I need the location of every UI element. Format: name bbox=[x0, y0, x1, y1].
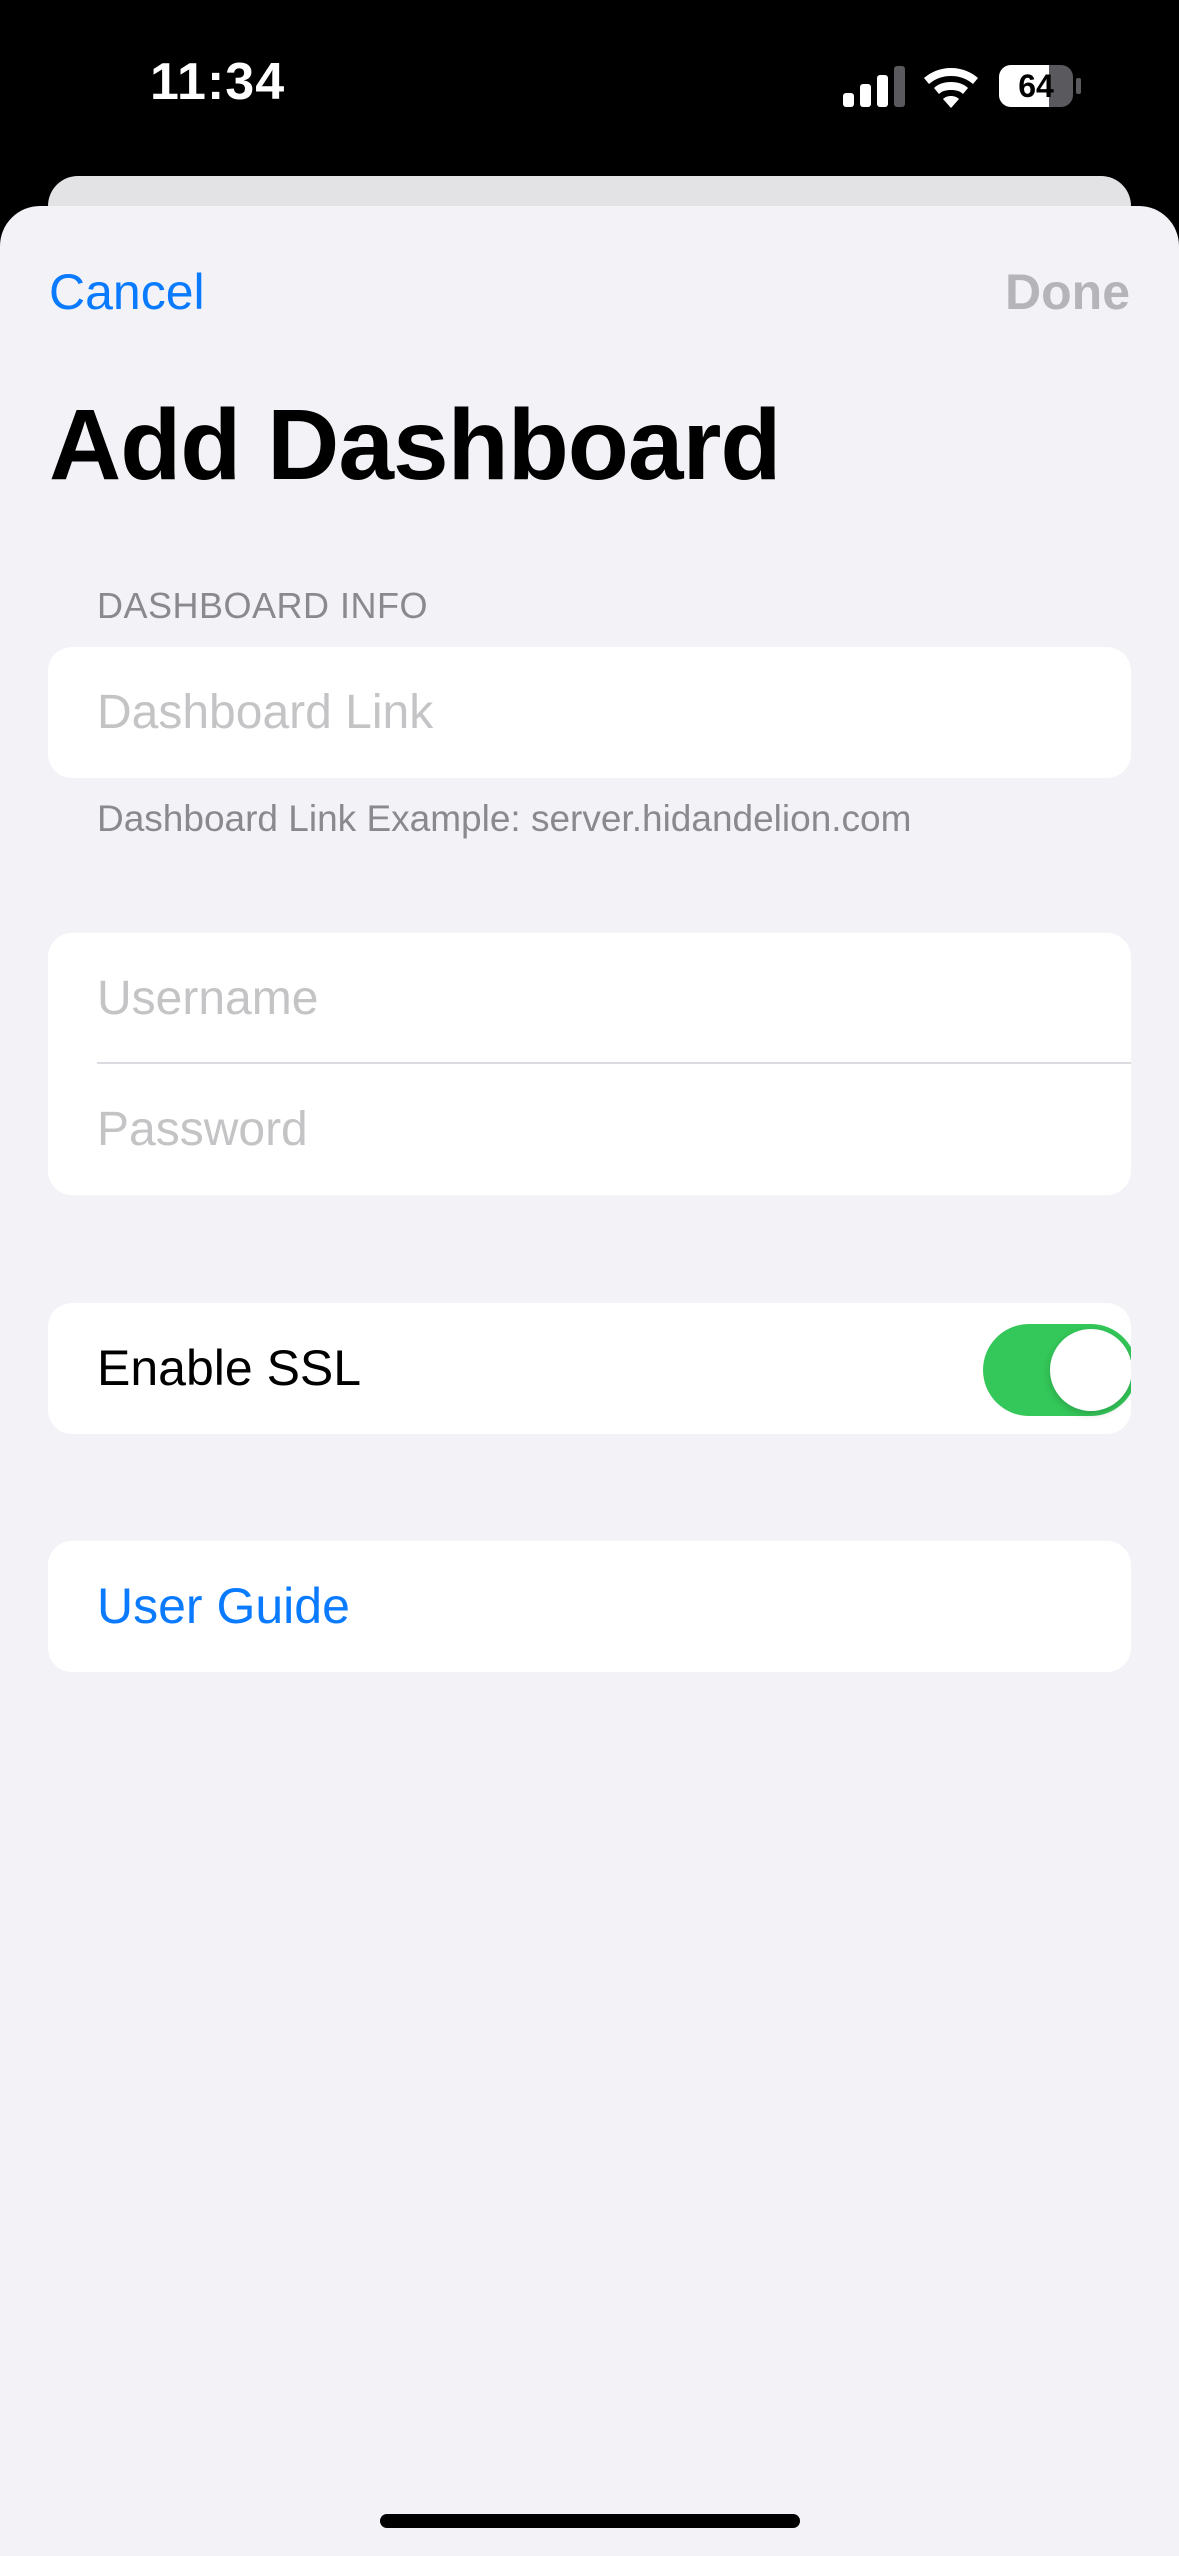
toggle-knob bbox=[1050, 1329, 1131, 1411]
username-row bbox=[48, 933, 1131, 1064]
status-bar: 11:34 64 bbox=[0, 0, 1179, 175]
dashboard-link-group bbox=[48, 647, 1131, 778]
screen: 11:34 64 Cancel Done Add Dashboard DASHB… bbox=[0, 0, 1179, 2556]
home-indicator bbox=[380, 2514, 800, 2528]
battery-level: 64 bbox=[1018, 68, 1054, 104]
dashboard-link-input[interactable] bbox=[97, 647, 1097, 778]
dashboard-info-header: DASHBOARD INFO bbox=[97, 585, 429, 626]
enable-ssl-label: Enable SSL bbox=[97, 1340, 362, 1396]
status-time: 11:34 bbox=[150, 53, 286, 111]
user-guide-row[interactable]: User Guide bbox=[48, 1541, 1131, 1672]
page-title: Add Dashboard bbox=[49, 389, 781, 501]
wifi-icon bbox=[924, 68, 978, 108]
user-guide-group: User Guide bbox=[48, 1541, 1131, 1672]
dashboard-link-example: Dashboard Link Example: server.hidandeli… bbox=[97, 798, 912, 839]
dashboard-link-row bbox=[48, 647, 1131, 778]
done-button[interactable]: Done bbox=[1005, 262, 1130, 322]
enable-ssl-row: Enable SSL bbox=[48, 1303, 1131, 1434]
password-row bbox=[48, 1064, 1131, 1195]
cancel-button[interactable]: Cancel bbox=[49, 262, 205, 322]
username-input[interactable] bbox=[97, 933, 1097, 1064]
ssl-group: Enable SSL bbox=[48, 1303, 1131, 1434]
credentials-group bbox=[48, 933, 1131, 1195]
password-input[interactable] bbox=[97, 1064, 1097, 1195]
cellular-signal-icon bbox=[843, 66, 905, 107]
user-guide-link[interactable]: User Guide bbox=[97, 1541, 350, 1672]
enable-ssl-toggle[interactable] bbox=[983, 1324, 1131, 1416]
